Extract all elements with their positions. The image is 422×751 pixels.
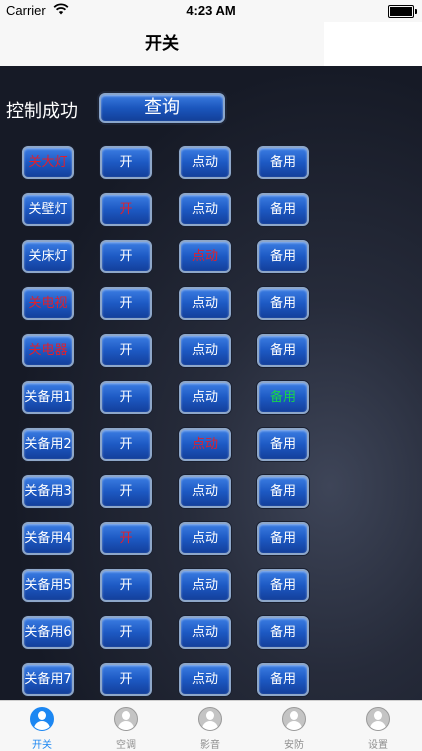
off-button[interactable]: 关备用7 xyxy=(22,663,74,696)
off-button[interactable]: 关大灯 xyxy=(22,146,74,179)
on-button[interactable]: 开 xyxy=(100,240,152,273)
status-bar: Carrier 4:23 AM xyxy=(0,0,422,22)
tab-security[interactable]: 安防 xyxy=(252,701,336,751)
off-button[interactable]: 关备用6 xyxy=(22,616,74,649)
spare-button[interactable]: 备用 xyxy=(257,616,309,649)
pulse-button[interactable]: 点动 xyxy=(179,663,231,696)
on-button[interactable]: 开 xyxy=(100,193,152,226)
user-icon xyxy=(282,707,306,731)
nav-bar-blank xyxy=(324,22,422,66)
pulse-button[interactable]: 点动 xyxy=(179,146,231,179)
query-button[interactable]: 查询 xyxy=(99,93,225,123)
spare-button[interactable]: 备用 xyxy=(257,146,309,179)
on-button[interactable]: 开 xyxy=(100,287,152,320)
spare-button[interactable]: 备用 xyxy=(257,522,309,555)
on-button[interactable]: 开 xyxy=(100,663,152,696)
page-title: 开关 xyxy=(145,34,179,54)
control-status-text: 控制成功 xyxy=(6,101,78,122)
on-button[interactable]: 开 xyxy=(100,381,152,414)
tab-label: 空调 xyxy=(116,740,136,751)
pulse-button[interactable]: 点动 xyxy=(179,522,231,555)
tab-settings[interactable]: 设置 xyxy=(336,701,420,751)
spare-button[interactable]: 备用 xyxy=(257,663,309,696)
spare-button[interactable]: 备用 xyxy=(257,334,309,367)
clock: 4:23 AM xyxy=(186,3,236,18)
user-icon xyxy=(198,707,222,731)
pulse-button[interactable]: 点动 xyxy=(179,428,231,461)
tab-label: 开关 xyxy=(32,740,52,751)
on-button[interactable]: 开 xyxy=(100,522,152,555)
pulse-button[interactable]: 点动 xyxy=(179,287,231,320)
pulse-button[interactable]: 点动 xyxy=(179,616,231,649)
spare-button[interactable]: 备用 xyxy=(257,475,309,508)
spare-button[interactable]: 备用 xyxy=(257,287,309,320)
tab-media[interactable]: 影音 xyxy=(168,701,252,751)
spare-button[interactable]: 备用 xyxy=(257,193,309,226)
tab-bar: 开关 空调 影音 安防 设置 xyxy=(0,700,422,751)
tab-air-conditioner[interactable]: 空调 xyxy=(84,701,168,751)
off-button[interactable]: 关备用1 xyxy=(22,381,74,414)
tab-label: 安防 xyxy=(284,740,304,751)
on-button[interactable]: 开 xyxy=(100,616,152,649)
spare-button[interactable]: 备用 xyxy=(257,569,309,602)
pulse-button[interactable]: 点动 xyxy=(179,193,231,226)
spare-button[interactable]: 备用 xyxy=(257,381,309,414)
off-button[interactable]: 关备用4 xyxy=(22,522,74,555)
on-button[interactable]: 开 xyxy=(100,569,152,602)
battery-icon xyxy=(388,5,417,18)
off-button[interactable]: 关电视 xyxy=(22,287,74,320)
off-button[interactable]: 关备用3 xyxy=(22,475,74,508)
navigation-bar: 开关 xyxy=(0,22,324,67)
tab-label: 设置 xyxy=(368,740,388,751)
control-panel: 控制成功 查询 关大灯开点动 备用 关壁灯开点动 备用 关床灯开点动 备用 关电视开点动 备用… xyxy=(0,66,422,700)
pulse-button[interactable]: 点动 xyxy=(179,569,231,602)
spare-button[interactable]: 备用 xyxy=(257,428,309,461)
on-button[interactable]: 开 xyxy=(100,428,152,461)
on-button[interactable]: 开 xyxy=(100,146,152,179)
tab-label: 影音 xyxy=(200,740,220,751)
pulse-button[interactable]: 点动 xyxy=(179,381,231,414)
on-button[interactable]: 开 xyxy=(100,475,152,508)
on-button[interactable]: 开 xyxy=(100,334,152,367)
spare-button[interactable]: 备用 xyxy=(257,240,309,273)
off-button[interactable]: 关备用5 xyxy=(22,569,74,602)
user-icon xyxy=(366,707,390,731)
pulse-button[interactable]: 点动 xyxy=(179,240,231,273)
off-button[interactable]: 关壁灯 xyxy=(22,193,74,226)
pulse-button[interactable]: 点动 xyxy=(179,334,231,367)
pulse-button[interactable]: 点动 xyxy=(179,475,231,508)
off-button[interactable]: 关床灯 xyxy=(22,240,74,273)
off-button[interactable]: 关备用2 xyxy=(22,428,74,461)
tab-switch[interactable]: 开关 xyxy=(0,701,84,751)
user-icon xyxy=(30,707,54,731)
user-icon xyxy=(114,707,138,731)
off-button[interactable]: 关电器 xyxy=(22,334,74,367)
